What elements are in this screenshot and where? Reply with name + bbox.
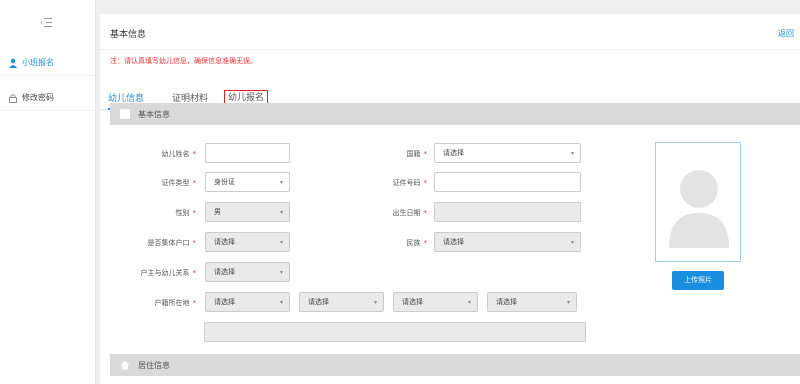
collective-household-select[interactable]: 请选择 ▾ (205, 232, 290, 252)
sidebar-item-label: 修改密码 (22, 93, 54, 102)
back-link[interactable]: 返回 (778, 28, 794, 39)
page-header: 基本信息 返回 (100, 14, 800, 50)
chevron-down-icon: ▾ (279, 269, 283, 276)
document-icon (120, 109, 130, 119)
avatar-placeholder-icon (669, 170, 729, 248)
id-number-input[interactable] (434, 172, 581, 192)
main-panel: 基本信息 返回 注：请认真填写幼儿信息，确保信息准确无误。 幼儿信息 证明材料 … (100, 14, 800, 384)
household-city-select[interactable]: 请选择 ▾ (299, 292, 384, 312)
sidebar-item-change-password[interactable]: 修改密码 (0, 85, 96, 111)
section-header-residence: 居住信息 (110, 354, 800, 376)
birth-date-label: 出生日期 * (392, 209, 428, 217)
household-relation-select[interactable]: 请选择 ▾ (205, 262, 290, 282)
chevron-down-icon: ▾ (279, 209, 283, 216)
chevron-down-icon: ▾ (279, 239, 283, 246)
household-street-select[interactable]: 请选择 ▾ (487, 292, 577, 312)
household-location-label: 户籍所在地 * (154, 299, 197, 307)
gender-label: 性别 * (175, 209, 197, 217)
nationality-label: 国籍 * (406, 150, 428, 158)
user-icon (9, 58, 17, 68)
sidebar-item-label: 小班报名 (22, 58, 54, 67)
lock-icon (9, 93, 17, 103)
sidebar-item-class-registration[interactable]: 小班报名 (0, 50, 96, 76)
chevron-down-icon: ▾ (570, 239, 574, 246)
chevron-down-icon: ▾ (373, 299, 377, 306)
section-title: 基本信息 (138, 109, 170, 119)
page-title: 基本信息 (110, 30, 147, 40)
notice-text: 注：请认真填写幼儿信息，确保信息准确无误。 (110, 57, 257, 65)
home-icon (120, 360, 130, 370)
gender-select[interactable]: 男 ▾ (205, 202, 290, 222)
sidebar: ‹ 小班报名 修改密码 (0, 0, 96, 384)
photo-preview (655, 142, 741, 262)
chevron-down-icon: ▾ (566, 299, 570, 306)
nationality-select[interactable]: 请选择 ▾ (434, 143, 581, 163)
household-district-select[interactable]: 请选择 ▾ (393, 292, 478, 312)
chevron-down-icon: ▾ (279, 179, 283, 186)
household-relation-label: 户主与幼儿关系 * (140, 269, 197, 277)
collective-household-label: 是否集体户口 * (147, 239, 197, 247)
ethnicity-select[interactable]: 请选择 ▾ (434, 232, 581, 252)
chevron-down-icon: ▾ (467, 299, 471, 306)
upload-photo-button[interactable]: 上传照片 (672, 271, 724, 290)
household-address-input[interactable] (204, 322, 586, 342)
household-province-select[interactable]: 请选择 ▾ (205, 292, 290, 312)
id-number-label: 证件号码 * (392, 179, 428, 187)
child-name-input[interactable] (205, 143, 290, 163)
chevron-down-icon: ▾ (279, 299, 283, 306)
section-header-basic: 基本信息 (110, 103, 800, 125)
id-type-label: 证件类型 * (161, 179, 197, 187)
ethnicity-label: 民族 * (406, 239, 428, 247)
id-type-select[interactable]: 身份证 ▾ (205, 172, 290, 192)
birth-date-input[interactable] (434, 202, 581, 222)
child-name-label: 幼儿姓名 * (161, 150, 197, 158)
section-title: 居住信息 (138, 360, 170, 370)
collapse-menu-icon[interactable]: ‹ (40, 16, 54, 28)
chevron-down-icon: ▾ (570, 150, 574, 157)
